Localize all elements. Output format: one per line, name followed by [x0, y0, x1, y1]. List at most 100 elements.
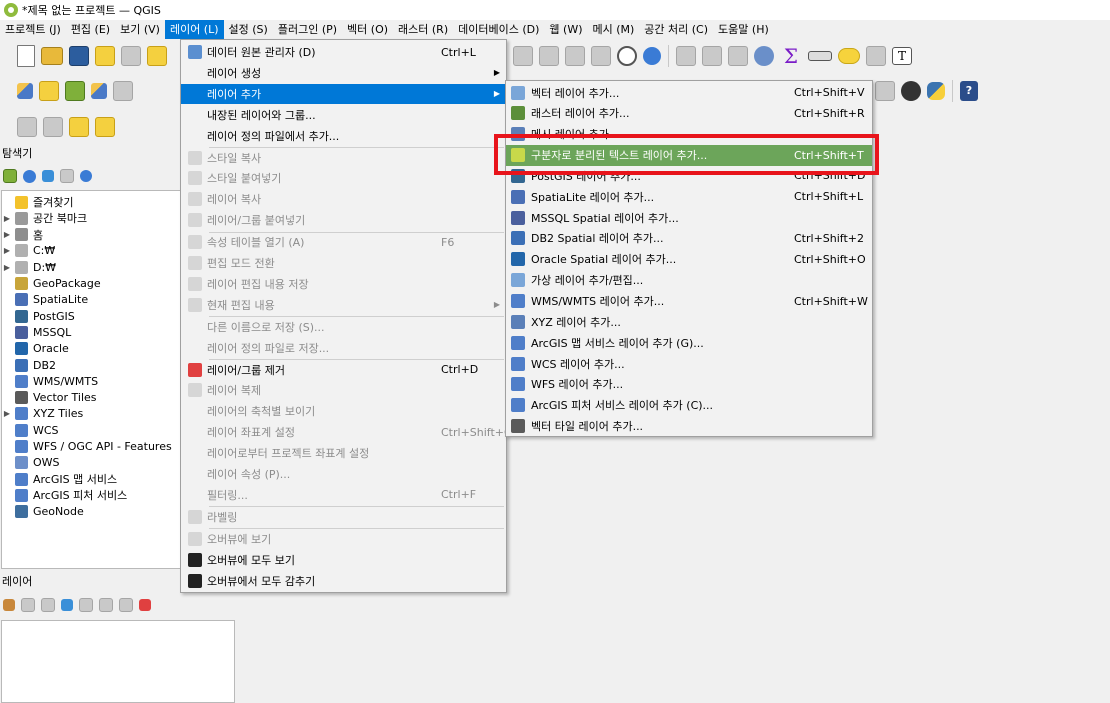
- menu-2[interactable]: 보기 (V): [115, 20, 165, 39]
- add-layer-item[interactable]: XYZ 레이어 추가...: [506, 311, 872, 332]
- toolbar-handle[interactable]: [3, 116, 11, 138]
- python-console-icon[interactable]: [927, 82, 945, 100]
- new-print-layout-icon[interactable]: [95, 46, 115, 66]
- add-selected-layers-icon[interactable]: [3, 169, 17, 183]
- collapse-all-icon[interactable]: [119, 598, 133, 612]
- layer-menu-item[interactable]: 오버뷰에서 모두 감추기: [181, 571, 506, 591]
- browser-item[interactable]: DB2: [2, 357, 56, 373]
- browser-item[interactable]: MSSQL: [2, 324, 71, 340]
- browser-item[interactable]: ▶ XYZ Tiles: [2, 406, 83, 422]
- layer-menu-item[interactable]: 데이터 원본 관리자 (D) Ctrl+L: [181, 42, 506, 62]
- menu-8[interactable]: 데이터베이스 (D): [453, 20, 544, 39]
- add-layer-item[interactable]: 벡터 레이어 추가... Ctrl+Shift+V: [506, 82, 872, 103]
- layer-menu-item[interactable]: 레이어 편집 내용 저장: [181, 274, 506, 294]
- expand-arrow-icon[interactable]: ▶: [2, 409, 12, 418]
- add-layer-item[interactable]: WFS 레이어 추가...: [506, 374, 872, 395]
- add-layer-item[interactable]: DB2 Spatial 레이어 추가... Ctrl+Shift+2: [506, 228, 872, 249]
- toolbar-handle[interactable]: [3, 45, 11, 67]
- add-vector-icon[interactable]: [65, 81, 85, 101]
- open-project-icon[interactable]: [41, 47, 63, 65]
- layer-menu-item[interactable]: 오버뷰에 보기: [181, 529, 506, 549]
- browser-item[interactable]: PostGIS: [2, 308, 75, 324]
- new-map-view-icon[interactable]: [591, 46, 611, 66]
- menu-11[interactable]: 공간 처리 (C): [639, 20, 713, 39]
- browser-item[interactable]: SpatiaLite: [2, 292, 88, 308]
- show-bookmarks-icon[interactable]: [565, 46, 585, 66]
- add-layer-item[interactable]: 가상 레이어 추가/편집...: [506, 270, 872, 291]
- add-layer-item[interactable]: WCS 레이어 추가...: [506, 353, 872, 374]
- layer-menu-item[interactable]: 레이어 복사: [181, 189, 506, 209]
- save-edits-icon[interactable]: [113, 81, 133, 101]
- field-calculator-icon[interactable]: [728, 46, 748, 66]
- menu-1[interactable]: 편집 (E): [66, 20, 115, 39]
- browser-item[interactable]: GeoNode: [2, 504, 84, 520]
- layer-menu-item[interactable]: 스타일 복사: [181, 148, 506, 168]
- browser-item[interactable]: 즐겨찾기: [2, 194, 73, 210]
- layer-menu-item[interactable]: 레이어 정의 파일로 저장...: [181, 338, 506, 358]
- menu-4[interactable]: 설정 (S): [224, 20, 273, 39]
- toolbar-handle[interactable]: [3, 80, 11, 102]
- deselect-icon[interactable]: [43, 117, 63, 137]
- layer-menu-item[interactable]: 레이어 복제: [181, 380, 506, 400]
- collapse-all-icon[interactable]: [60, 169, 74, 183]
- layer-menu-item[interactable]: 레이어의 축척별 보이기: [181, 401, 506, 421]
- browser-item[interactable]: Oracle: [2, 341, 69, 357]
- layer-menu-item[interactable]: 레이어/그룹 제거 Ctrl+D: [181, 360, 506, 380]
- browser-item[interactable]: ▶ 공간 북마크: [2, 210, 87, 226]
- menu-3[interactable]: 레이어 (L): [164, 20, 224, 39]
- layer-menu-item[interactable]: 레이어/그룹 붙여넣기: [181, 210, 506, 230]
- refresh-icon[interactable]: [23, 169, 36, 183]
- layer-menu-item[interactable]: 레이어로부터 프로젝트 좌표계 설정: [181, 443, 506, 463]
- expand-arrow-icon[interactable]: ▶: [2, 230, 12, 239]
- layer-menu-item[interactable]: 오버뷰에 모두 보기: [181, 550, 506, 570]
- measure-icon[interactable]: [808, 51, 832, 61]
- browser-item[interactable]: ArcGIS 맵 서비스: [2, 471, 117, 487]
- browser-item[interactable]: Vector Tiles: [2, 390, 97, 406]
- help-icon[interactable]: ?: [960, 81, 978, 101]
- identify-features-icon[interactable]: [676, 46, 696, 66]
- temporal-controller-icon[interactable]: [617, 46, 637, 66]
- menu-6[interactable]: 벡터 (O): [342, 20, 393, 39]
- layout-manager-icon[interactable]: [121, 46, 141, 66]
- browser-item[interactable]: ArcGIS 피처 서비스: [2, 487, 127, 503]
- digitizing-tools-icon[interactable]: [91, 83, 107, 99]
- layer-menu-item[interactable]: 스타일 붙여넣기: [181, 168, 506, 188]
- filter-by-expression-icon[interactable]: [79, 598, 93, 612]
- add-layer-item[interactable]: ArcGIS 맵 서비스 레이어 추가 (G)...: [506, 332, 872, 353]
- layer-menu-item[interactable]: 다른 이름으로 저장 (S)...: [181, 317, 506, 337]
- save-project-icon[interactable]: [69, 46, 89, 66]
- menu-12[interactable]: 도움말 (H): [713, 20, 774, 39]
- layer-menu-item[interactable]: 레이어 추가 ▶: [181, 83, 506, 104]
- menu-9[interactable]: 웹 (W): [544, 20, 587, 39]
- filter-icon[interactable]: [42, 170, 54, 182]
- layer-menu-item[interactable]: 라벨링: [181, 507, 506, 527]
- disabled-tool-icon[interactable]: [875, 81, 895, 101]
- browser-item[interactable]: ▶ 홈: [2, 227, 43, 243]
- add-layer-item[interactable]: SpatiaLite 레이어 추가... Ctrl+Shift+L: [506, 186, 872, 207]
- menu-5[interactable]: 플러그인 (P): [273, 20, 342, 39]
- browser-item[interactable]: WFS / OGC API - Features: [2, 439, 172, 455]
- browser-item[interactable]: OWS: [2, 455, 60, 471]
- style-manager-icon[interactable]: [147, 46, 167, 66]
- layer-menu-item[interactable]: 필터링... Ctrl+F: [181, 485, 506, 505]
- remove-layer-icon[interactable]: [139, 599, 151, 611]
- expand-arrow-icon[interactable]: ▶: [2, 246, 12, 255]
- layer-menu-item[interactable]: 레이어 정의 파일에서 추가...: [181, 126, 506, 146]
- select-by-location-icon[interactable]: [95, 117, 115, 137]
- refresh-icon[interactable]: [643, 47, 661, 65]
- plugin-icon[interactable]: [901, 81, 921, 101]
- statistical-summary-icon[interactable]: Σ: [780, 45, 802, 67]
- add-layer-item[interactable]: ArcGIS 피처 서비스 레이어 추가 (C)...: [506, 395, 872, 416]
- add-group-icon[interactable]: [21, 598, 35, 612]
- filter-legend-icon[interactable]: [61, 599, 73, 611]
- browser-item[interactable]: WMS/WMTS: [2, 373, 98, 389]
- expand-all-icon[interactable]: [99, 598, 113, 612]
- open-attribute-table-icon[interactable]: [702, 46, 722, 66]
- layer-menu-item[interactable]: 속성 테이블 열기 (A) F6: [181, 232, 506, 252]
- expand-arrow-icon[interactable]: ▶: [2, 263, 12, 272]
- info-icon[interactable]: [80, 170, 92, 182]
- add-layer-item[interactable]: MSSQL Spatial 레이어 추가...: [506, 207, 872, 228]
- new-bookmark-icon[interactable]: [539, 46, 559, 66]
- layers-tree[interactable]: [1, 620, 235, 703]
- layer-menu-item[interactable]: 현재 편집 내용 ▶: [181, 295, 506, 315]
